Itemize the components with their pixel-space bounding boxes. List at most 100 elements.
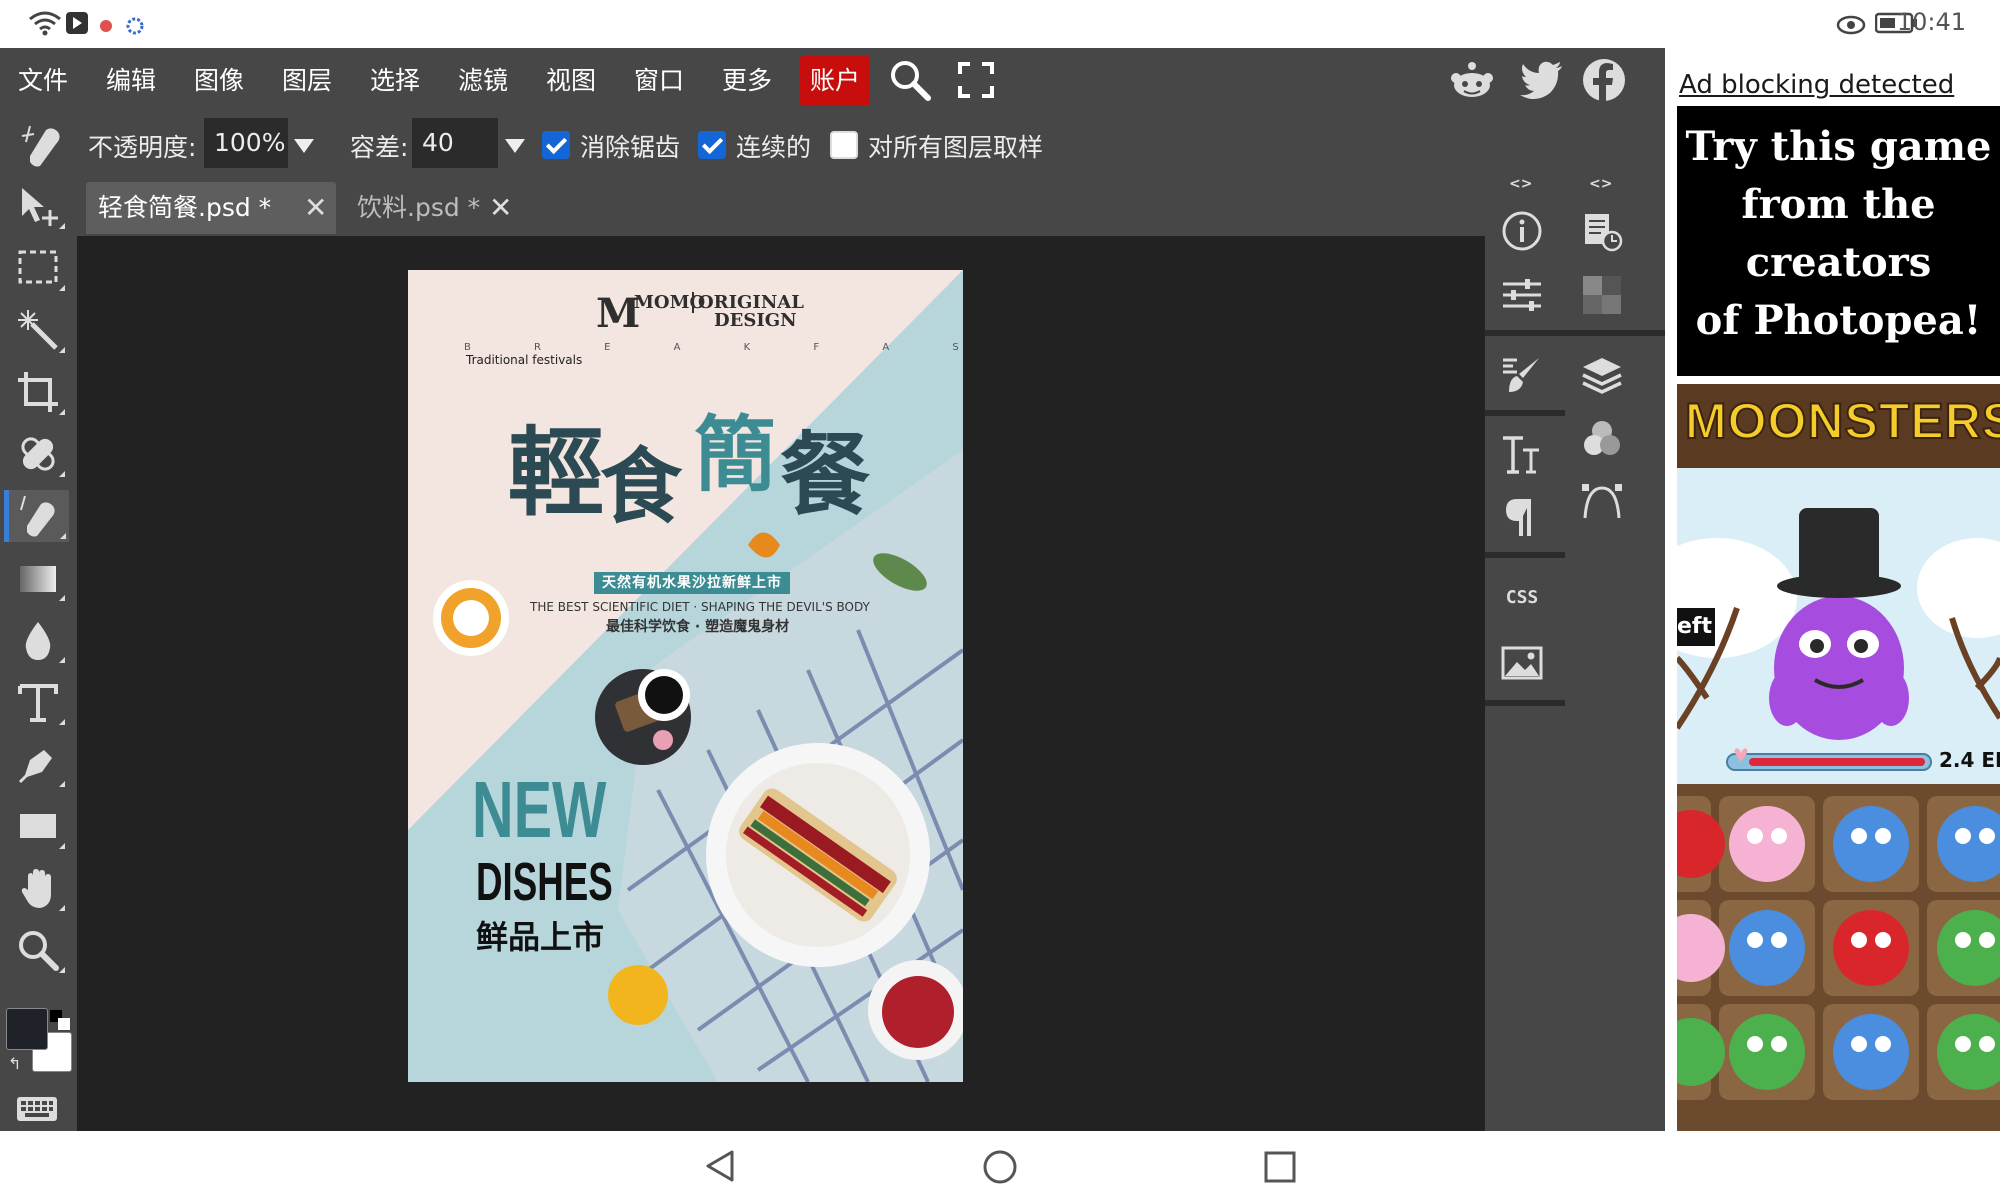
ad-blocking-link[interactable]: Ad blocking detected [1679, 70, 1954, 100]
sample-all-layers-label: 对所有图层取样 [868, 133, 1044, 162]
brush-panel-button[interactable] [1497, 350, 1547, 400]
ad-game-preview[interactable]: MOONSTERS eft 2.4 E [1677, 384, 2000, 1131]
ad-promo-line-2: from the [1741, 181, 1936, 228]
zoom-icon [19, 931, 59, 971]
layers-panel-button[interactable] [1577, 350, 1627, 400]
type-tool[interactable] [8, 676, 68, 728]
panel-dock: <> <> CSS [1485, 176, 1665, 1131]
expand-panel-toggle-2[interactable]: <> [1589, 176, 1612, 192]
eraser-tool[interactable] [4, 490, 69, 542]
channels-panel-button[interactable] [1577, 414, 1627, 464]
reddit-icon[interactable] [1450, 58, 1494, 106]
color-swatches[interactable]: ↰ [6, 1008, 72, 1074]
move-tool[interactable] [8, 180, 68, 232]
tolerance-dropdown-icon[interactable] [505, 138, 525, 157]
expand-panel-toggle-1[interactable]: <> [1509, 176, 1532, 192]
poster-fresh: 鲜品上市 [476, 918, 605, 956]
character-panel-button[interactable] [1497, 430, 1547, 480]
opacity-input[interactable]: 100% [204, 118, 288, 168]
poster-dishes: DISHES [476, 852, 613, 912]
swatches-panel-button[interactable] [1577, 270, 1627, 320]
facebook-icon[interactable] [1582, 58, 1626, 106]
menu-select[interactable]: 选择 [370, 61, 420, 101]
back-icon[interactable] [704, 1149, 736, 1187]
close-icon[interactable]: ✕ [489, 182, 512, 234]
ad-promo-line-3: creators [1745, 239, 1932, 286]
menu-filter[interactable]: 滤镜 [458, 61, 508, 101]
recents-icon[interactable] [1264, 1151, 1296, 1187]
healing-tool[interactable] [8, 428, 68, 480]
festivals-caption: Traditional festivals [466, 353, 583, 367]
poster-new: NEW [472, 765, 607, 854]
poster-title-char-3: 簡 [694, 407, 777, 503]
menu-layer[interactable]: 图层 [282, 61, 332, 101]
image-icon [1501, 646, 1543, 680]
tab-document-1[interactable]: 轻食简餐.psd * ✕ [86, 182, 336, 234]
info-panel-button[interactable] [1497, 206, 1547, 256]
paths-icon [1582, 484, 1622, 519]
ad-sidebar: Ad blocking detected Try this game from … [1665, 48, 2000, 1131]
close-icon[interactable]: ✕ [304, 182, 327, 234]
opacity-dropdown-icon[interactable] [294, 138, 314, 157]
pen-tool[interactable] [8, 738, 68, 790]
marquee-tool[interactable] [8, 242, 68, 294]
menu-view[interactable]: 视图 [546, 61, 596, 101]
crop-tool[interactable] [8, 366, 68, 418]
wifi-icon [28, 10, 62, 42]
search-icon[interactable] [888, 58, 932, 106]
css-panel-button[interactable]: CSS [1497, 572, 1547, 622]
sample-all-layers-checkbox[interactable] [830, 131, 858, 159]
tolerance-input[interactable]: 40 [412, 118, 498, 168]
ad-promo-box[interactable]: Try this game from the creators of Photo… [1677, 106, 2000, 376]
adjustments-panel-button[interactable] [1497, 270, 1547, 320]
game-title: MOONSTERS [1684, 392, 2000, 450]
poster-banner: 天然有机水果沙拉新鲜上市 [594, 572, 790, 594]
history-panel-button[interactable] [1577, 206, 1627, 256]
brand-design: DESIGN [714, 310, 797, 331]
tolerance-label: 容差: [350, 133, 409, 162]
document-tabs: 轻食简餐.psd * ✕ 饮料.psd * ✕ [77, 176, 1485, 236]
image-canvas[interactable]: M MOMO ORIGINAL DESIGN B R E A K F A S T… [408, 270, 963, 1082]
opacity-label: 不透明度: [88, 133, 197, 162]
magic-wand-icon [18, 310, 58, 350]
hand-tool[interactable] [8, 862, 68, 914]
breakfast-letters: B R E A K F A S T [464, 342, 963, 353]
rectangle-shape-icon [20, 814, 56, 838]
magic-wand-tool[interactable] [8, 304, 68, 356]
layers-icon [1582, 358, 1622, 394]
menu-image[interactable]: 图像 [194, 61, 244, 101]
home-icon[interactable] [982, 1149, 1018, 1189]
antialias-checkbox[interactable] [542, 131, 570, 159]
contiguous-checkbox[interactable] [698, 131, 726, 159]
gradient-tool[interactable] [8, 552, 68, 604]
magic-eraser-tool-icon[interactable] [20, 122, 66, 172]
menu-more[interactable]: 更多 [722, 61, 772, 101]
swap-colors-icon[interactable]: ↰ [8, 1054, 21, 1073]
eye-icon [1836, 13, 1866, 41]
shape-tool[interactable] [8, 800, 68, 852]
blur-tool[interactable] [8, 614, 68, 666]
account-button[interactable]: 账户 [800, 56, 871, 106]
menu-edit[interactable]: 编辑 [106, 61, 156, 101]
bandage-icon [21, 437, 55, 471]
ad-promo-line-4: of Photopea! [1695, 297, 1982, 344]
zoom-tool[interactable] [8, 924, 68, 976]
tab-document-2[interactable]: 饮料.psd * ✕ [347, 182, 557, 234]
poster-tagline-cn: 最佳科学饮食 · 塑造魔鬼身材 [606, 619, 790, 635]
tab-label: 轻食简餐.psd * [98, 193, 272, 222]
tab-label: 饮料.psd * [357, 193, 481, 222]
text-t-icon [18, 684, 58, 722]
twitter-icon[interactable] [1520, 60, 1564, 104]
menu-window[interactable]: 窗口 [634, 61, 684, 101]
image-panel-button[interactable] [1497, 638, 1547, 688]
foreground-color-swatch[interactable] [6, 1008, 48, 1050]
tool-options-bar: 不透明度: 100% 容差: 40 消除锯齿 连续的 对所有图层取样 [0, 114, 1665, 176]
menu-file[interactable]: 文件 [18, 61, 68, 101]
paths-panel-button[interactable] [1577, 478, 1627, 528]
keyboard-icon[interactable] [16, 1096, 58, 1126]
gradient-icon [20, 566, 56, 592]
pen-nib-icon [18, 750, 52, 784]
fullscreen-icon[interactable] [958, 62, 994, 102]
paragraph-panel-button[interactable] [1497, 492, 1547, 542]
info-icon [1502, 211, 1542, 251]
